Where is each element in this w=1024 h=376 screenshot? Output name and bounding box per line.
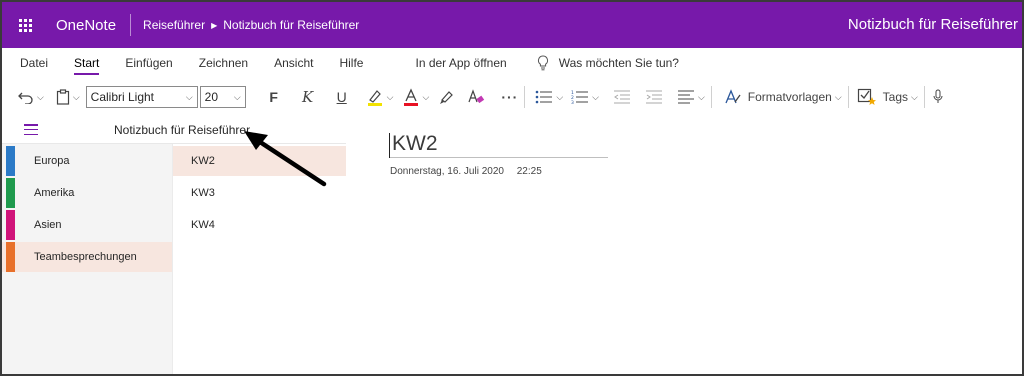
tab-ansicht[interactable]: Ansicht <box>274 48 313 78</box>
indent-icon <box>645 90 662 104</box>
title-bar: OneNote Reiseführer ▶ Notizbuch für Reis… <box>2 2 1022 48</box>
breadcrumb-location[interactable]: Reiseführer <box>143 18 205 32</box>
chevron-down-icon: ⌵ <box>72 91 80 102</box>
chevron-down-icon: ⌵ <box>185 91 193 102</box>
section-label: Europa <box>34 155 70 167</box>
clear-format-icon <box>468 89 485 104</box>
ribbon-divider <box>524 86 526 108</box>
font-color-icon <box>404 88 419 106</box>
font-color-button[interactable]: ⌵ <box>403 84 429 110</box>
chevron-down-icon: ⌵ <box>697 91 705 102</box>
waffle-icon <box>18 18 32 32</box>
chevron-down-icon: ⌵ <box>386 91 394 102</box>
app-window: OneNote Reiseführer ▶ Notizbuch für Reis… <box>0 0 1024 376</box>
chevron-down-icon: ⌵ <box>911 91 918 102</box>
outdent-button[interactable] <box>613 84 631 110</box>
ribbon-divider <box>847 86 849 108</box>
indent-button[interactable] <box>645 84 663 110</box>
section-color-tab <box>6 146 15 176</box>
section-teambesprechungen[interactable]: Teambesprechungen <box>2 242 172 272</box>
more-options-button[interactable]: ··· <box>501 84 518 110</box>
section-label: Asien <box>34 219 62 231</box>
page-title[interactable]: KW2 <box>390 132 608 158</box>
format-painter-button[interactable] <box>439 84 455 110</box>
app-launcher-button[interactable] <box>2 2 48 48</box>
svg-text:3: 3 <box>571 100 574 104</box>
numbering-button[interactable]: 1 2 3 ⌵ <box>571 84 599 110</box>
breadcrumb-notebook[interactable]: Notizbuch für Reiseführer <box>223 18 359 32</box>
clear-format-button[interactable] <box>467 84 485 110</box>
section-color-tab <box>6 210 15 240</box>
page-timestamp: Donnerstag, 16. Juli 2020 22:25 <box>390 166 542 177</box>
outdent-icon <box>613 90 630 104</box>
microphone-icon <box>933 89 943 103</box>
title-divider <box>130 14 132 36</box>
tab-einfuegen[interactable]: Einfügen <box>125 48 172 78</box>
hamburger-menu-icon[interactable] <box>24 124 38 135</box>
bold-button[interactable]: F <box>264 84 284 110</box>
highlighter-icon <box>367 90 382 106</box>
clipboard-icon <box>56 89 69 105</box>
page-time: 22:25 <box>516 166 542 177</box>
paste-button[interactable]: ⌵ <box>56 84 80 110</box>
section-amerika[interactable]: Amerika <box>2 178 172 208</box>
tags-icon <box>857 88 876 105</box>
menu-bar: Datei Start Einfügen Zeichnen Ansicht Hi… <box>2 48 1022 78</box>
styles-button[interactable]: Formatvorlagen ⌵ <box>724 84 842 110</box>
chevron-down-icon: ⌵ <box>233 91 241 102</box>
bullets-icon <box>536 90 553 104</box>
open-in-app-button[interactable]: In der App öffnen <box>415 56 506 70</box>
chevron-down-icon: ⌵ <box>422 91 430 102</box>
numbering-icon: 1 2 3 <box>571 90 589 104</box>
styles-icon <box>725 89 741 104</box>
chevron-down-icon: ⌵ <box>834 91 842 102</box>
section-europa[interactable]: Europa <box>2 146 172 176</box>
page-canvas[interactable]: KW2 Donnerstag, 16. Juli 2020 22:25 <box>346 116 1022 374</box>
dictate-button[interactable] <box>933 84 943 110</box>
ribbon-divider <box>923 86 925 108</box>
font-name-value: Calibri Light <box>90 90 155 104</box>
chevron-down-icon: ⌵ <box>592 91 599 102</box>
section-color-tab <box>6 178 15 208</box>
underline-button[interactable]: U <box>332 84 352 110</box>
highlight-button[interactable]: ⌵ <box>366 84 394 110</box>
section-list: Europa Amerika Asien Teambesprechungen <box>2 144 172 374</box>
tags-button[interactable]: Tags ⌵ <box>857 84 918 110</box>
section-color-tab <box>6 242 15 272</box>
tab-zeichnen[interactable]: Zeichnen <box>199 48 248 78</box>
tab-hilfe[interactable]: Hilfe <box>339 48 363 78</box>
lightbulb-icon <box>537 55 548 71</box>
font-size-value: 20 <box>204 90 219 104</box>
bullets-button[interactable]: ⌵ <box>535 84 563 110</box>
align-icon <box>677 90 694 104</box>
ribbon-toolbar: ⌵ ⌵ Calibri Light ⌵ 20 ⌵ F K U ⌵ ⌵ ··· ⌵… <box>2 80 1022 114</box>
italic-button[interactable]: K <box>298 84 318 110</box>
tab-start[interactable]: Start <box>74 48 100 78</box>
document-title: Notizbuch für Reiseführer <box>847 16 1018 33</box>
styles-label: Formatvorlagen <box>747 90 832 104</box>
section-label: Amerika <box>34 187 75 199</box>
breadcrumb-chevron-icon: ▶ <box>211 20 218 30</box>
text-cursor <box>389 133 390 158</box>
tell-me-label: Was möchten Sie tun? <box>558 56 679 70</box>
app-name[interactable]: OneNote <box>56 17 116 34</box>
ribbon-divider <box>710 86 712 108</box>
font-size-select[interactable]: 20 ⌵ <box>199 86 246 108</box>
section-label: Teambesprechungen <box>34 251 137 263</box>
page-item-kw4[interactable]: KW4 <box>173 210 347 240</box>
chevron-down-icon: ⌵ <box>556 91 564 102</box>
font-name-select[interactable]: Calibri Light ⌵ <box>85 86 198 108</box>
tell-me-search[interactable]: Was möchten Sie tun? <box>537 55 679 71</box>
notebook-name[interactable]: Notizbuch für Reiseführer <box>114 123 250 137</box>
format-painter-icon <box>440 91 454 104</box>
undo-button[interactable]: ⌵ <box>18 84 44 110</box>
undo-icon <box>18 92 33 104</box>
annotation-arrow-icon <box>244 131 327 187</box>
tab-datei[interactable]: Datei <box>20 48 48 78</box>
tags-label: Tags <box>882 90 909 104</box>
align-button[interactable]: ⌵ <box>677 84 705 110</box>
page-date: Donnerstag, 16. Juli 2020 <box>390 166 504 177</box>
section-asien[interactable]: Asien <box>2 210 172 240</box>
chevron-down-icon: ⌵ <box>37 91 44 102</box>
